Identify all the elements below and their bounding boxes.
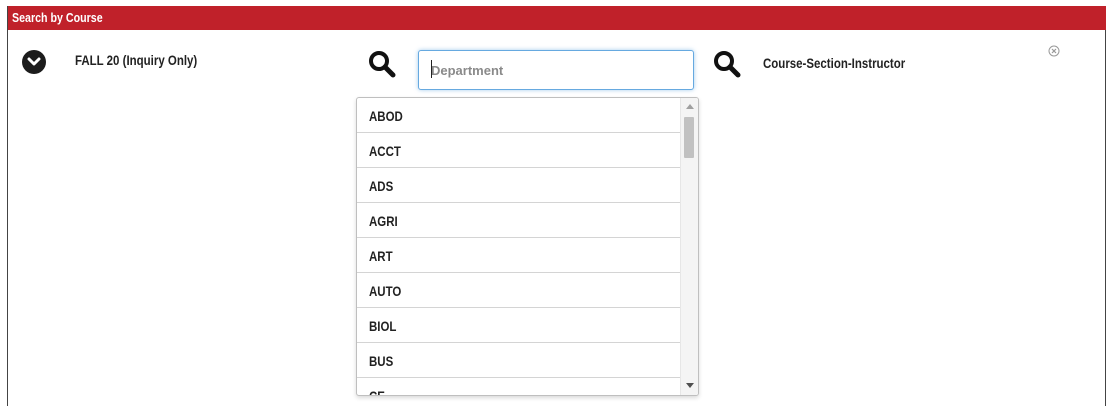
scroll-down-arrow-icon[interactable] (686, 383, 694, 388)
list-item[interactable]: BUS (357, 343, 681, 378)
list-item[interactable]: AUTO (357, 273, 681, 308)
scroll-up-arrow-icon[interactable] (686, 104, 694, 109)
dropdown-scrollbar[interactable] (680, 98, 698, 395)
search-icon (369, 51, 396, 78)
list-item[interactable]: ADS (357, 168, 681, 203)
list-item[interactable]: BIOL (357, 308, 681, 343)
list-item[interactable]: ABOD (357, 98, 681, 133)
department-search-icon[interactable] (368, 50, 396, 78)
scrollbar-thumb[interactable] (684, 117, 694, 158)
panel-title: Search by Course (12, 10, 103, 25)
chevron-down-icon (27, 57, 41, 66)
course-section-instructor-label[interactable]: Course-Section-Instructor (763, 55, 936, 71)
panel-header (8, 6, 1106, 30)
department-input[interactable] (418, 50, 694, 90)
course-search-icon[interactable] (713, 50, 741, 78)
list-item[interactable]: AGRI (357, 203, 681, 238)
term-dropdown-toggle[interactable] (22, 50, 46, 74)
text-cursor (431, 60, 432, 78)
clear-icon[interactable] (1048, 44, 1060, 57)
search-icon (714, 51, 741, 78)
department-dropdown-list[interactable]: ABOD ACCT ADS AGRI ART AUTO BIOL BUS CE (356, 97, 699, 396)
term-label[interactable]: FALL 20 (Inquiry Only) (75, 52, 224, 68)
list-item[interactable]: ACCT (357, 133, 681, 168)
close-circle-icon (1048, 45, 1060, 57)
list-item[interactable]: CE (357, 378, 681, 395)
list-item[interactable]: ART (357, 238, 681, 273)
